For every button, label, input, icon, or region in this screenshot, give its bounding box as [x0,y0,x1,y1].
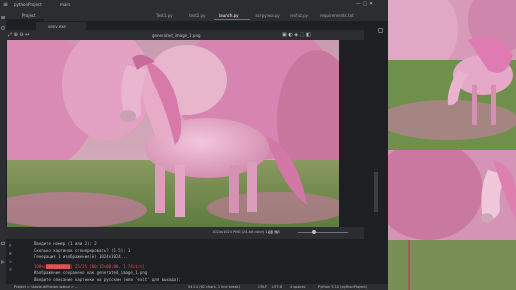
folder-icon[interactable] [1,16,5,19]
commit-icon[interactable] [1,26,5,30]
pink-horse-portrait-picture [388,150,516,290]
console-line: Изображение сохранено как generated_imag… [34,270,148,275]
project-name[interactable]: pythonProject [14,2,42,7]
zoom-level[interactable]: 61 % [268,230,278,235]
project-panel-header[interactable]: Project [6,10,44,19]
run-icon[interactable] [1,260,5,264]
interpreter[interactable]: Python 3.10 (pythonProject) [318,285,367,289]
title-bar: ≡ pythonProject main — ▢ ✕ [0,0,388,10]
image-viewer-toolbar: ⤢ ⊕ ⊖ ↔ generated_image_1.png ▣ ◐ ◈ ⬚ ◧ … [6,30,374,40]
tab-zagruzka[interactable]: загрузка.py [255,13,280,23]
cursor-position[interactable]: 54:14 (62 chars, 1 line break) [188,285,240,289]
scrollbar[interactable] [374,172,378,212]
console-line: Генерация 1 изображения(й) 1024x1024... [34,254,128,259]
console-line: Введите номер (1 или 2): 2 [34,241,97,246]
active-tab-underline [214,19,250,20]
console-gutter-icons[interactable]: ⏵ ⏹ ↻ ⚙ [9,242,12,274]
tab-launch[interactable]: launch.py [219,13,239,23]
preview-image-top [388,0,516,150]
viewer-footer: 1024x1024 PNG (24-bit color) 1.38 MB 61 … [6,227,374,239]
viewer-actions[interactable]: ▣ ◐ ◈ ⬚ ◧ [282,32,311,38]
menu-icon[interactable]: ≡ [3,1,8,8]
progress-line: 100%|██████████| 25/25 [00:15<00:00, 1.7… [34,264,145,269]
tab-test2[interactable]: test2.py [189,13,205,23]
run-console[interactable]: Введите номер (1 или 2): 2 Сколько карти… [6,240,388,284]
generated-image [7,40,339,227]
console-line: Введите описание картинки на русском (ил… [34,277,181,282]
pink-horse-picture [7,40,339,227]
notifications-icon[interactable] [378,28,383,33]
terminal-icon[interactable] [1,242,5,245]
tab-test1[interactable]: Test1.py [156,13,173,23]
project-label[interactable]: Project [22,13,36,18]
zoom-slider[interactable] [298,232,348,233]
viewer-tool-icons[interactable]: ⤢ ⊕ ⊖ ↔ [8,32,29,38]
window-controls[interactable]: — ▢ ✕ [356,1,373,7]
line-ending[interactable]: CRLF [258,285,267,289]
file-tab[interactable]: venv.exe [36,22,86,30]
console-line: Сколько картинок сгенерировать? (1-5): 1 [34,248,131,253]
pink-horse-grazing-picture [388,0,516,150]
editor-tabs: Test1.py test2.py launch.py загрузка.py … [44,10,388,22]
tab-requirements[interactable]: requirements.txt [320,13,354,23]
breadcrumb[interactable]: Project > stable-diffusion-webui > ... [14,285,78,289]
file-tab-label[interactable]: venv.exe [48,24,66,29]
encoding[interactable]: UTF-8 [272,285,282,289]
branch-name[interactable]: main [60,2,70,7]
tab-reshiz[interactable]: reshiz.py [290,13,308,23]
preview-image-bottom [388,150,516,290]
indent[interactable]: 4 spaces [290,285,305,289]
zoom-slider-thumb[interactable] [312,230,316,234]
status-bar: Project > stable-diffusion-webui > ... 5… [0,284,388,290]
image-filename: generated_image_1.png [152,33,201,38]
